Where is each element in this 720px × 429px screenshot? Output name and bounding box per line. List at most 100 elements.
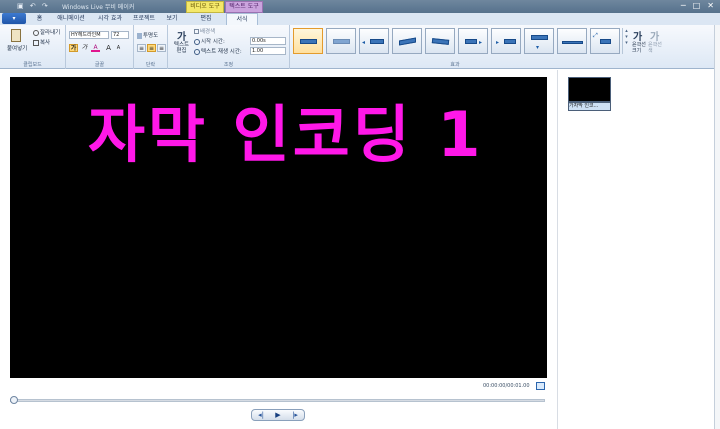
clock-icon [194, 48, 200, 55]
font-group: HY헤드라인M 72 가 가 A A A 글꼴 [66, 25, 134, 69]
scissors-icon [33, 29, 39, 36]
transparency-button[interactable]: 투명도 [137, 31, 158, 39]
edit-text-button[interactable]: 텍스트 편집 [172, 42, 191, 54]
seek-thumb[interactable] [10, 396, 18, 404]
shrink-font-button[interactable]: A [114, 44, 123, 52]
arrow-down-icon: ▾ [536, 44, 540, 51]
tab-visual-effects[interactable]: 시각 효과 [94, 13, 126, 25]
tab-format[interactable]: 서식 [226, 13, 258, 25]
storyboard-clip[interactable] [568, 77, 611, 102]
effect-thumb [465, 39, 477, 44]
close-button[interactable]: ✕ [707, 1, 714, 10]
playback-controls: ◂| ▶ |▸ [251, 409, 305, 421]
adjust-group: 가 텍스트 편집 배경색 시작 시간: 텍스트 재생 시간: 0.00s 1.0… [168, 25, 290, 69]
tab-animations[interactable]: 애니메이션 [52, 13, 90, 25]
start-time-text: 시작 시간: [201, 39, 225, 45]
tab-view[interactable]: 보기 [163, 13, 181, 25]
tab-edit[interactable]: 편집 [196, 13, 216, 25]
effect-fly-left[interactable]: ◂ [359, 28, 389, 54]
pane-divider[interactable] [557, 70, 558, 429]
maximize-button[interactable]: □ [693, 1, 701, 10]
bold-button[interactable]: 가 [69, 44, 78, 52]
copy-button[interactable]: 복사 [33, 38, 50, 46]
expand-icon: ⤢ [593, 32, 598, 39]
effect-thumb [399, 37, 416, 46]
cut-label: 잘라내기 [40, 30, 61, 36]
start-time-label: 시작 시간: [194, 37, 225, 45]
ribbon: 붙여넣기 잘라내기 복사 클립보드 HY헤드라인M 72 가 가 A A A 글… [0, 25, 720, 69]
seek-bar[interactable] [10, 399, 545, 402]
font-group-label: 글꼴 [94, 62, 105, 68]
cut-button[interactable]: 잘라내기 [33, 28, 60, 36]
arrow-right-icon: ▸ [479, 39, 483, 46]
start-time-input[interactable]: 0.00s [250, 37, 286, 45]
arrow-right-icon: ▸ [496, 39, 500, 46]
effect-fade[interactable] [326, 28, 356, 54]
title-bar: ▣ ↶ ↷ Windows Live 무비 메이커 비디오 도구 텍스트 도구 … [0, 0, 720, 13]
effect-thumb [531, 35, 548, 40]
minimize-button[interactable]: ─ [681, 1, 686, 10]
duration-input[interactable]: 1.00 [250, 47, 286, 55]
effect-wave[interactable] [425, 28, 455, 54]
left-edge [0, 71, 4, 429]
next-frame-button[interactable]: |▸ [288, 411, 302, 420]
scrollbar[interactable] [714, 25, 720, 429]
quick-access-toolbar[interactable]: ▣ ↶ ↷ [17, 2, 50, 10]
effects-more-button[interactable]: ▴ ▾ ▾ [622, 28, 630, 54]
preview-caption-text[interactable]: 자막 인코딩 1 [88, 84, 484, 174]
font-size-select[interactable]: 72 [111, 31, 129, 39]
ribbon-tab-bar: ▾ 홈 애니메이션 시각 효과 프로젝트 보기 편집 서식 [0, 13, 720, 25]
clock-icon [194, 38, 200, 45]
previous-frame-button[interactable]: ◂| [254, 411, 268, 420]
clipboard-group: 붙여넣기 잘라내기 복사 클립보드 [0, 25, 66, 69]
effect-thumb [562, 41, 583, 44]
background-color-label: 배경색 [200, 29, 216, 35]
window-controls: ─ □ ✕ [681, 1, 714, 10]
font-family-select[interactable]: HY헤드라인M [69, 31, 109, 39]
paragraph-group-label: 단락 [145, 62, 156, 68]
storyboard-clip-caption[interactable]: 가자막 인코... [568, 102, 611, 111]
tab-project[interactable]: 프로젝트 [130, 13, 158, 25]
align-left-button[interactable]: ≡ [137, 44, 146, 52]
align-right-button[interactable]: ≡ [157, 44, 166, 52]
app-menu-button[interactable]: ▾ [2, 13, 26, 24]
effects-group: ◂ ▸ ▸ ▾ ⤢ ▴ ▾ ▾ 가 윤곽선 크기 가 윤곽선 색 효과 [290, 25, 666, 69]
effect-stretch[interactable] [557, 28, 587, 54]
align-center-button[interactable]: ≡ [147, 44, 156, 52]
effect-none[interactable] [293, 28, 323, 54]
duration-text: 텍스트 재생 시간: [201, 49, 242, 55]
paste-icon[interactable] [11, 29, 21, 42]
contextual-text-tools: 텍스트 도구 [225, 1, 263, 13]
background-color-button[interactable]: 배경색 [194, 27, 215, 35]
effect-thumb [333, 39, 350, 44]
effect-zoom[interactable]: ⤢ [590, 28, 620, 54]
font-color-button[interactable]: A [91, 44, 100, 52]
tab-home[interactable]: 홈 [33, 13, 46, 25]
grow-font-button[interactable]: A [104, 44, 113, 52]
outline-color-button[interactable]: 윤곽선 색 [648, 42, 662, 54]
paint-bucket-icon [194, 29, 199, 34]
outline-size-button[interactable]: 윤곽선 크기 [632, 42, 646, 54]
effect-thumb [504, 39, 516, 44]
copy-label: 복사 [40, 40, 51, 46]
arrow-left-icon: ◂ [362, 39, 366, 46]
paste-button[interactable]: 붙여넣기 [7, 44, 27, 52]
copy-icon [33, 39, 39, 46]
effect-swing[interactable] [392, 28, 422, 54]
effects-group-label: 효과 [450, 62, 460, 68]
fullscreen-preview-button[interactable] [536, 382, 545, 390]
edit-text-icon[interactable]: 가 [177, 28, 186, 43]
window-title: Windows Live 무비 메이커 [62, 4, 135, 11]
effect-scroll[interactable]: ▾ [524, 28, 554, 54]
outline-size-icon[interactable]: 가 [633, 28, 642, 43]
effect-fly-right[interactable]: ▸ [458, 28, 488, 54]
transparency-label: 투명도 [143, 33, 159, 39]
effect-thumb [300, 39, 317, 44]
play-button[interactable]: ▶ [271, 411, 285, 420]
clipboard-group-label: 클립보드 [23, 62, 42, 68]
effect-thumb [370, 39, 384, 44]
italic-button[interactable]: 가 [80, 44, 89, 52]
effect-slide-right[interactable]: ▸ [491, 28, 521, 54]
outline-color-icon[interactable]: 가 [650, 28, 659, 43]
effect-thumb [600, 39, 611, 44]
